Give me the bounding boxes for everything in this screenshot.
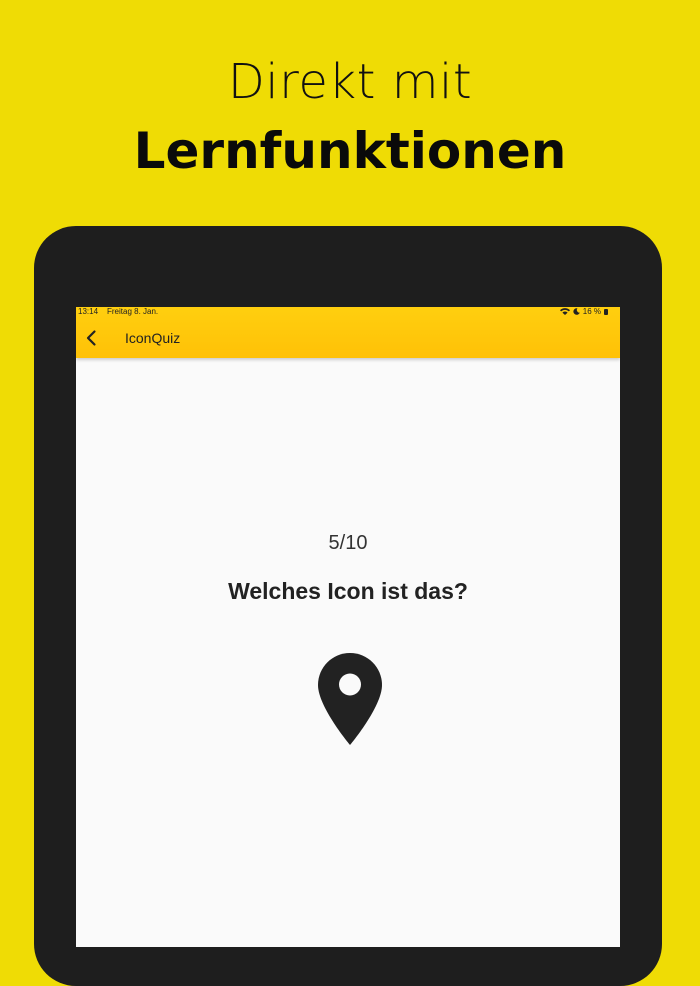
location-pin-icon	[318, 653, 382, 745]
headline-line-1: Direkt mit	[227, 54, 473, 110]
battery-icon	[604, 308, 608, 315]
status-bar: 13:14 Freitag 8. Jan. 16 %	[76, 307, 620, 317]
status-indicators: 16 %	[559, 307, 608, 316]
wifi-icon	[559, 308, 570, 315]
quiz-progress: 5/10	[328, 532, 368, 554]
quiz-question: Welches Icon ist das?	[228, 578, 468, 604]
battery-percentage: 16 %	[582, 307, 601, 316]
app-screen: 13:14 Freitag 8. Jan. 16 % IconQuiz 5/10…	[76, 307, 620, 947]
chevron-left-icon[interactable]	[82, 328, 102, 348]
status-date: Freitag 8. Jan.	[107, 307, 159, 316]
moon-icon	[573, 308, 580, 315]
app-bar: 13:14 Freitag 8. Jan. 16 % IconQuiz	[76, 307, 620, 358]
status-time: 13:14	[78, 307, 99, 316]
app-title: IconQuiz	[125, 330, 181, 346]
headline-line-2: Lernfunktionen	[133, 122, 567, 180]
